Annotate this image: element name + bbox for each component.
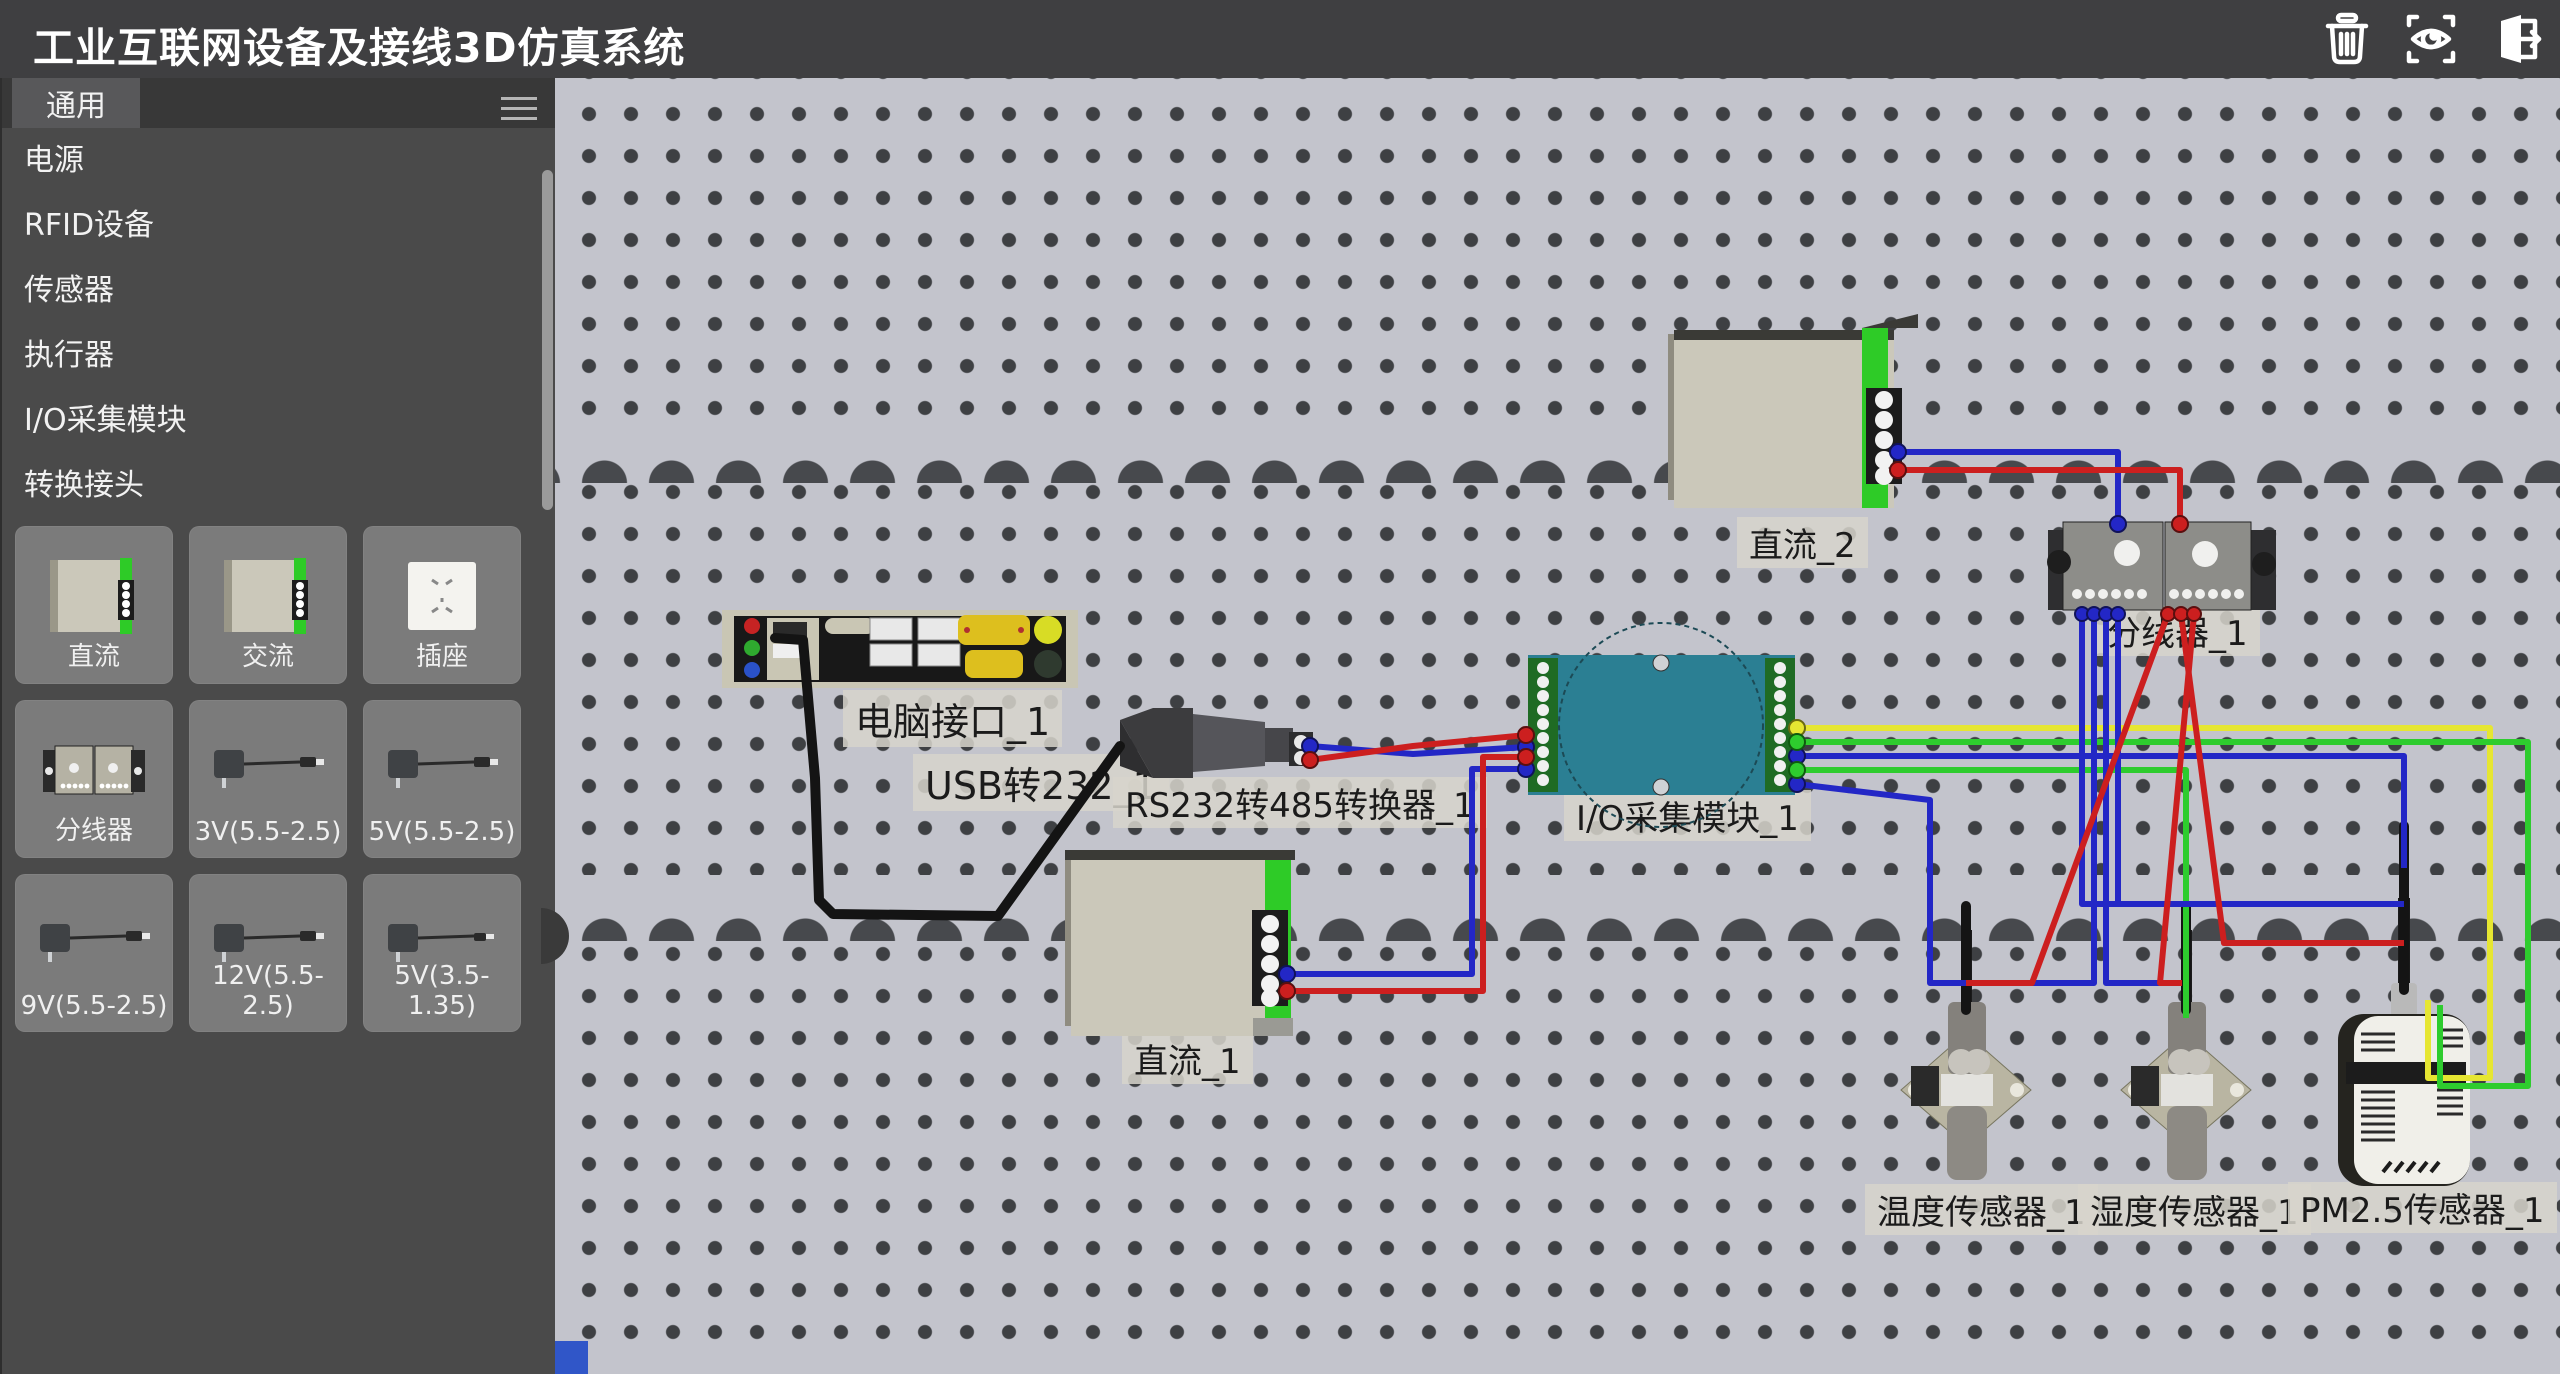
sidebar-item-actuator[interactable]: 执行器: [2, 323, 555, 388]
top-bar-actions: [2316, 8, 2546, 70]
view-focus-icon[interactable]: [2400, 8, 2462, 70]
sidebar-item-adapter[interactable]: 转换接头: [2, 453, 555, 518]
workspace-canvas[interactable]: 直流_2 电脑接口_1 USB转232_1 RS232转485转换器_1 I/O…: [553, 78, 2560, 1374]
trash-icon[interactable]: [2316, 8, 2378, 70]
palette-tile-3v[interactable]: 3V(5.5-2.5): [189, 700, 347, 858]
palette-tile-5v-small[interactable]: 5V(3.5-1.35): [363, 874, 521, 1032]
palette-tile-12v[interactable]: 12V(5.5-2.5): [189, 874, 347, 1032]
palette-tile-dc[interactable]: 直流: [15, 526, 173, 684]
sidebar-scrollbar[interactable]: [542, 170, 553, 510]
power-adapter-icon: [382, 740, 502, 800]
tab-general[interactable]: 通用: [12, 78, 140, 128]
device-rs232-485-converter[interactable]: [1120, 708, 1313, 778]
palette-tile-label: 9V(5.5-2.5): [16, 991, 172, 1021]
wire-splitter-red-1[interactable]: [1966, 614, 2168, 983]
dc-module-icon: [46, 556, 142, 636]
device-io-module[interactable]: [1528, 623, 1795, 827]
wire-dc2-red[interactable]: [1898, 470, 2180, 524]
sidebar-item-rfid[interactable]: RFID设备: [2, 193, 555, 258]
menu-hamburger-icon[interactable]: [501, 90, 537, 116]
splitter-icon: [39, 740, 149, 800]
wire-dc2-blue[interactable]: [1898, 452, 2118, 524]
palette-tile-socket[interactable]: 插座: [363, 526, 521, 684]
sidebar-tab-bar: 通用: [2, 78, 555, 128]
sidebar-item-power[interactable]: 电源: [2, 128, 555, 193]
device-palette: 直流 交流: [15, 526, 542, 1032]
sidebar-menu: 电源 RFID设备 传感器 执行器 I/O采集模块 转换接头: [2, 128, 555, 518]
app-title: 工业互联网设备及接线3D仿真系统: [33, 14, 686, 74]
power-adapter-icon: [34, 914, 154, 974]
device-splitter[interactable]: [2047, 522, 2276, 610]
device-pc-interface[interactable]: [722, 610, 1078, 688]
palette-tile-label: 插座: [364, 636, 520, 673]
sidebar-item-sensor[interactable]: 传感器: [2, 258, 555, 323]
palette-tile-ac[interactable]: 交流: [189, 526, 347, 684]
palette-tile-label: 3V(5.5-2.5): [190, 817, 346, 847]
palette-tile-label: 12V(5.5-2.5): [190, 961, 346, 1021]
socket-icon: [402, 556, 482, 636]
wire-dc1-red[interactable]: [1287, 757, 1526, 991]
sidebar-item-io-module[interactable]: I/O采集模块: [2, 388, 555, 453]
palette-tile-label: 分线器: [16, 810, 172, 847]
palette-tile-5v[interactable]: 5V(5.5-2.5): [363, 700, 521, 858]
exit-icon[interactable]: [2484, 8, 2546, 70]
palette-tile-label: 交流: [190, 636, 346, 673]
wire-io-blue2[interactable]: [1797, 784, 1966, 983]
wire-splitter-red-2[interactable]: [2181, 614, 2404, 943]
palette-tile-splitter[interactable]: 分线器: [15, 700, 173, 858]
top-bar: 工业互联网设备及接线3D仿真系统: [0, 0, 2560, 78]
palette-tile-9v[interactable]: 9V(5.5-2.5): [15, 874, 173, 1032]
wire-splitter-blue-2[interactable]: [1970, 614, 2094, 983]
palette-tile-label: 5V(5.5-2.5): [364, 817, 520, 847]
device-dc-power-2[interactable]: [1668, 314, 1918, 508]
sidebar: 通用 电源 RFID设备 传感器 执行器 I/O采集模块 转换接头: [0, 78, 555, 1374]
ac-module-icon: [220, 556, 316, 636]
device-dc-power-1[interactable]: [1065, 850, 1295, 1036]
wire-dc1-blue[interactable]: [1287, 769, 1526, 974]
palette-tile-label: 5V(3.5-1.35): [364, 961, 520, 1021]
power-adapter-icon: [208, 740, 328, 800]
palette-tile-label: 直流: [16, 636, 172, 673]
app-window: 工业互联网设备及接线3D仿真系统: [0, 0, 2560, 1374]
